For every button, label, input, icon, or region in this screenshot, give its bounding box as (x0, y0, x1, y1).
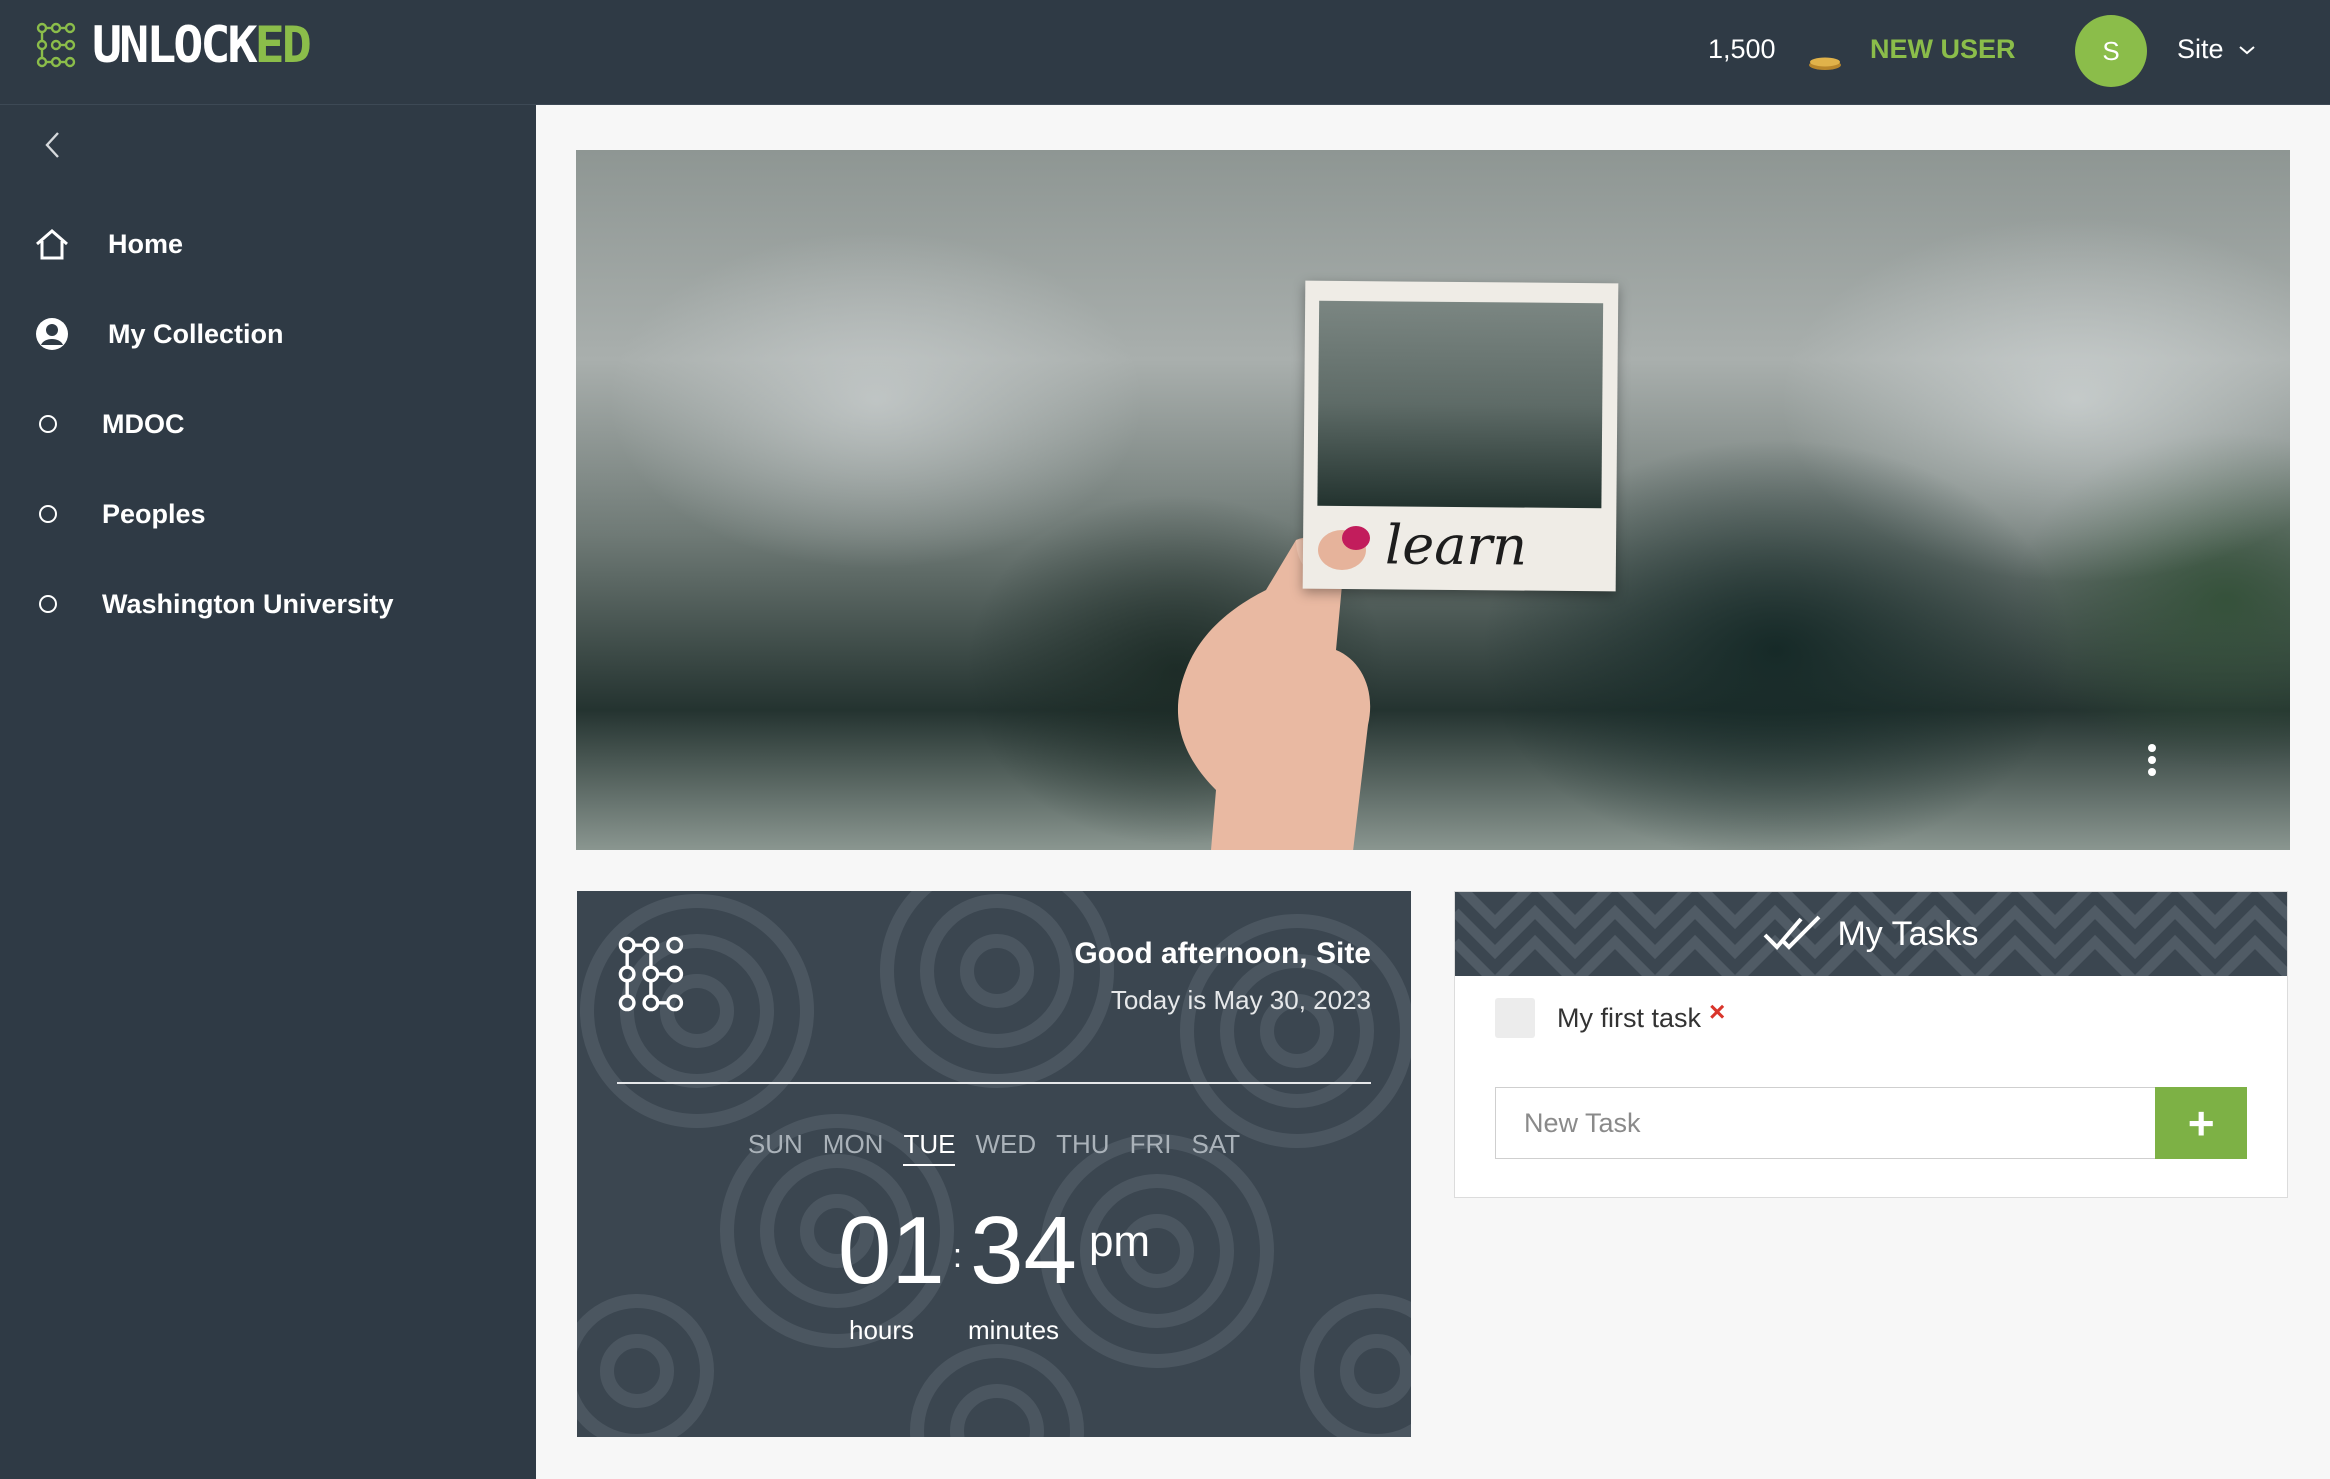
coin-stack-icon (1809, 57, 1841, 70)
time-display: 01 : 34 pm (577, 1203, 1411, 1299)
day-thu: THU (1056, 1129, 1110, 1159)
thumb-illustration (1318, 526, 1370, 570)
day-fri: FRI (1129, 1129, 1172, 1159)
hours-value: 01 (837, 1197, 945, 1304)
double-check-icon (1764, 915, 1821, 950)
more-options-icon[interactable] (2146, 740, 2158, 780)
sidebar-item-my-collection[interactable]: My Collection (0, 299, 536, 369)
circle-icon (30, 496, 66, 532)
sidebar-collapse-button[interactable] (38, 125, 68, 165)
plus-icon: + (2187, 1097, 2215, 1149)
role-badge: NEW USER (1870, 34, 2016, 64)
day-sat: SAT (1191, 1129, 1241, 1159)
minutes-label: minutes (968, 1315, 1060, 1345)
sidebar-item-label: Washington University (102, 588, 394, 619)
sidebar: Home My Collection MDOC Peoples Washingt… (0, 105, 536, 1479)
tasks-title-label: My Tasks (1837, 914, 1979, 953)
day-mon: MON (822, 1129, 884, 1159)
date-text: Today is May 30, 2023 (1110, 985, 1371, 1015)
divider (617, 1082, 1371, 1084)
chevron-down-icon (2238, 45, 2255, 54)
day-sun: SUN (747, 1129, 803, 1159)
day-wed: WED (975, 1129, 1037, 1159)
minutes-value: 34 (970, 1197, 1077, 1304)
task-item: My first task × (1495, 996, 1725, 1038)
task-checkbox[interactable] (1495, 998, 1535, 1038)
brand-logo[interactable]: UNLOCKED (36, 16, 312, 74)
sidebar-item-label: Home (108, 228, 184, 259)
avatar[interactable]: S (2075, 15, 2147, 87)
add-task-button[interactable]: + (2155, 1087, 2247, 1159)
unlocked-logo-icon (618, 936, 684, 1012)
sidebar-item-label: My Collection (108, 318, 284, 349)
chevron-left-icon (45, 132, 59, 158)
weekday-row: SUN MON TUE WED THU FRI SAT (577, 1129, 1411, 1166)
sidebar-item-home[interactable]: Home (0, 209, 536, 279)
sidebar-item-peoples[interactable]: Peoples (0, 479, 536, 549)
day-tue-active: TUE (903, 1129, 956, 1166)
clock-widget: Good afternoon, Site Today is May 30, 20… (577, 891, 1411, 1437)
sidebar-item-label: MDOC (102, 408, 185, 439)
sidebar-item-washington-university[interactable]: Washington University (0, 569, 536, 639)
unlocked-logo-icon (36, 22, 76, 68)
polaroid-window (1317, 300, 1604, 509)
remove-task-icon[interactable]: × (1709, 996, 1725, 1028)
circle-icon (30, 406, 66, 442)
greeting-text: Good afternoon, Site (1074, 937, 1371, 970)
time-separator: : (952, 1237, 963, 1275)
tasks-header: My Tasks (1455, 892, 2287, 976)
hours-label: hours (849, 1315, 915, 1345)
new-task-input[interactable] (1495, 1087, 2156, 1159)
ampm-value: pm (1088, 1217, 1151, 1266)
user-menu-label: Site (2177, 34, 2224, 64)
brand-name: UNLOCKED (92, 16, 312, 74)
top-bar: UNLOCKED 1,500 NEW USER S Site (0, 0, 2330, 105)
new-task-row: + (1495, 1087, 2247, 1159)
tasks-widget: My Tasks My first task × + (1454, 891, 2288, 1198)
sidebar-item-label: Peoples (102, 498, 206, 529)
home-icon (34, 226, 70, 262)
user-circle-icon (34, 316, 70, 352)
circle-icon (30, 586, 66, 622)
coin-balance: 1,500 (1708, 34, 1776, 64)
avatar-initial: S (2102, 35, 2120, 66)
sidebar-item-mdoc[interactable]: MDOC (0, 389, 536, 459)
task-label: My first task (1557, 1002, 1702, 1033)
hero-banner-image: learn (576, 150, 2290, 850)
tasks-title: My Tasks (1455, 892, 2287, 976)
user-menu-dropdown[interactable]: Site (2177, 34, 2256, 65)
polaroid-caption: learn (1384, 513, 1528, 578)
